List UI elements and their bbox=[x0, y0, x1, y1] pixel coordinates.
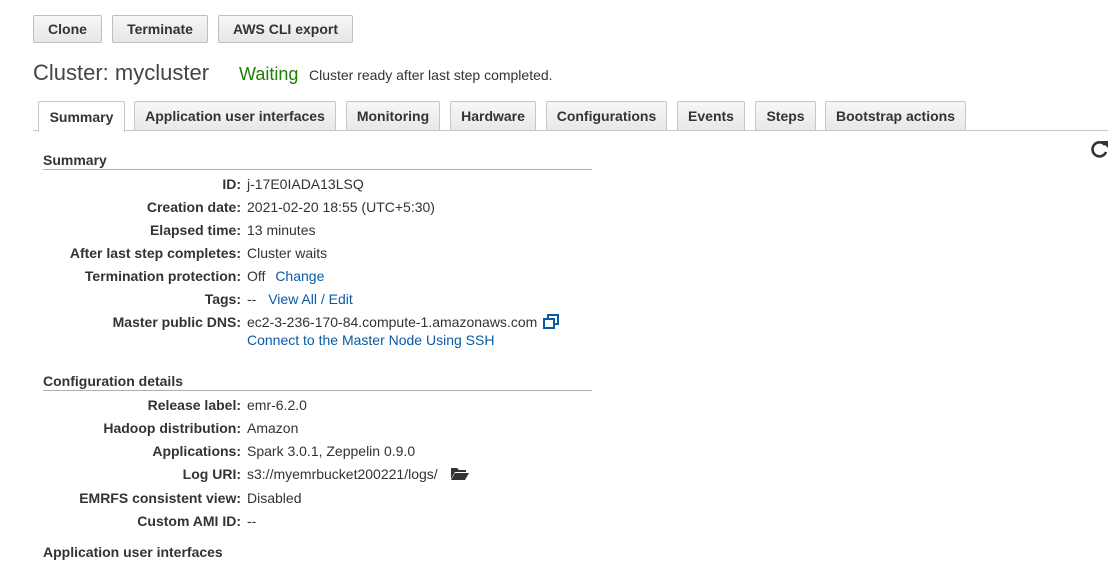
clone-button[interactable]: Clone bbox=[33, 15, 102, 43]
master-dns-label: Master public DNS: bbox=[112, 314, 241, 330]
after-last-step-value: Cluster waits bbox=[247, 245, 328, 261]
emrfs-label: EMRFS consistent view: bbox=[79, 490, 241, 506]
log-uri-value: s3://myemrbucket200221/logs/ bbox=[247, 466, 438, 482]
change-termination-link[interactable]: Change bbox=[275, 268, 324, 284]
page-title: Cluster: mycluster bbox=[33, 60, 210, 85]
folder-open-icon[interactable] bbox=[450, 466, 470, 481]
log-uri-label: Log URI: bbox=[182, 466, 241, 482]
hadoop-distribution-label: Hadoop distribution: bbox=[103, 420, 241, 436]
connect-ssh-link[interactable]: Connect to the Master Node Using SSH bbox=[247, 332, 494, 348]
master-dns-row: ec2-3-236-170-84.compute-1.amazonaws.com bbox=[247, 314, 560, 330]
creation-date-label: Creation date: bbox=[146, 199, 241, 215]
tab-application-user-interfaces[interactable]: Application user interfaces bbox=[134, 101, 336, 130]
id-value: j-17E0IADA13LSQ bbox=[247, 176, 364, 192]
log-uri-row: s3://myemrbucket200221/logs/ bbox=[247, 466, 470, 482]
tabs-divider bbox=[33, 130, 1108, 131]
termination-protection-row: Off Change bbox=[247, 268, 324, 284]
after-last-step-label: After last step completes: bbox=[69, 245, 241, 261]
summary-section-title: Summary bbox=[43, 152, 592, 170]
termination-protection-value: Off bbox=[247, 268, 266, 284]
tags-row: -- View All / Edit bbox=[247, 291, 353, 307]
tab-events[interactable]: Events bbox=[677, 101, 745, 130]
id-label: ID: bbox=[222, 176, 241, 192]
elapsed-time-label: Elapsed time: bbox=[149, 222, 241, 238]
tab-monitoring[interactable]: Monitoring bbox=[346, 101, 440, 130]
status-description: Cluster ready after last step completed. bbox=[309, 67, 553, 83]
tab-hardware[interactable]: Hardware bbox=[450, 101, 536, 130]
refresh-icon[interactable] bbox=[1090, 139, 1108, 159]
tab-bootstrap-actions[interactable]: Bootstrap actions bbox=[825, 101, 966, 130]
termination-protection-label: Termination protection: bbox=[84, 268, 241, 284]
status-badge: Waiting bbox=[239, 64, 299, 84]
tags-value: -- bbox=[247, 291, 257, 307]
applications-label: Applications: bbox=[152, 443, 241, 459]
custom-ami-value: -- bbox=[247, 513, 257, 529]
terminate-button[interactable]: Terminate bbox=[112, 15, 208, 43]
configuration-section-title: Configuration details bbox=[43, 373, 592, 391]
release-label-label: Release label: bbox=[147, 397, 241, 413]
master-dns-value: ec2-3-236-170-84.compute-1.amazonaws.com bbox=[247, 314, 538, 330]
custom-ami-label: Custom AMI ID: bbox=[137, 513, 241, 529]
tab-summary[interactable]: Summary bbox=[38, 101, 125, 132]
hadoop-distribution-value: Amazon bbox=[247, 420, 299, 436]
applications-value: Spark 3.0.1, Zeppelin 0.9.0 bbox=[247, 443, 416, 459]
copy-icon[interactable] bbox=[543, 314, 560, 329]
emrfs-value: Disabled bbox=[247, 490, 302, 506]
view-edit-tags-link[interactable]: View All / Edit bbox=[268, 291, 353, 307]
release-label-value: emr-6.2.0 bbox=[247, 397, 307, 413]
tags-label: Tags: bbox=[204, 291, 241, 307]
tab-steps[interactable]: Steps bbox=[755, 101, 816, 130]
tab-configurations[interactable]: Configurations bbox=[546, 101, 667, 130]
elapsed-time-value: 13 minutes bbox=[247, 222, 316, 238]
aws-cli-export-button[interactable]: AWS CLI export bbox=[218, 15, 353, 43]
creation-date-value: 2021-02-20 18:55 (UTC+5:30) bbox=[247, 199, 435, 215]
